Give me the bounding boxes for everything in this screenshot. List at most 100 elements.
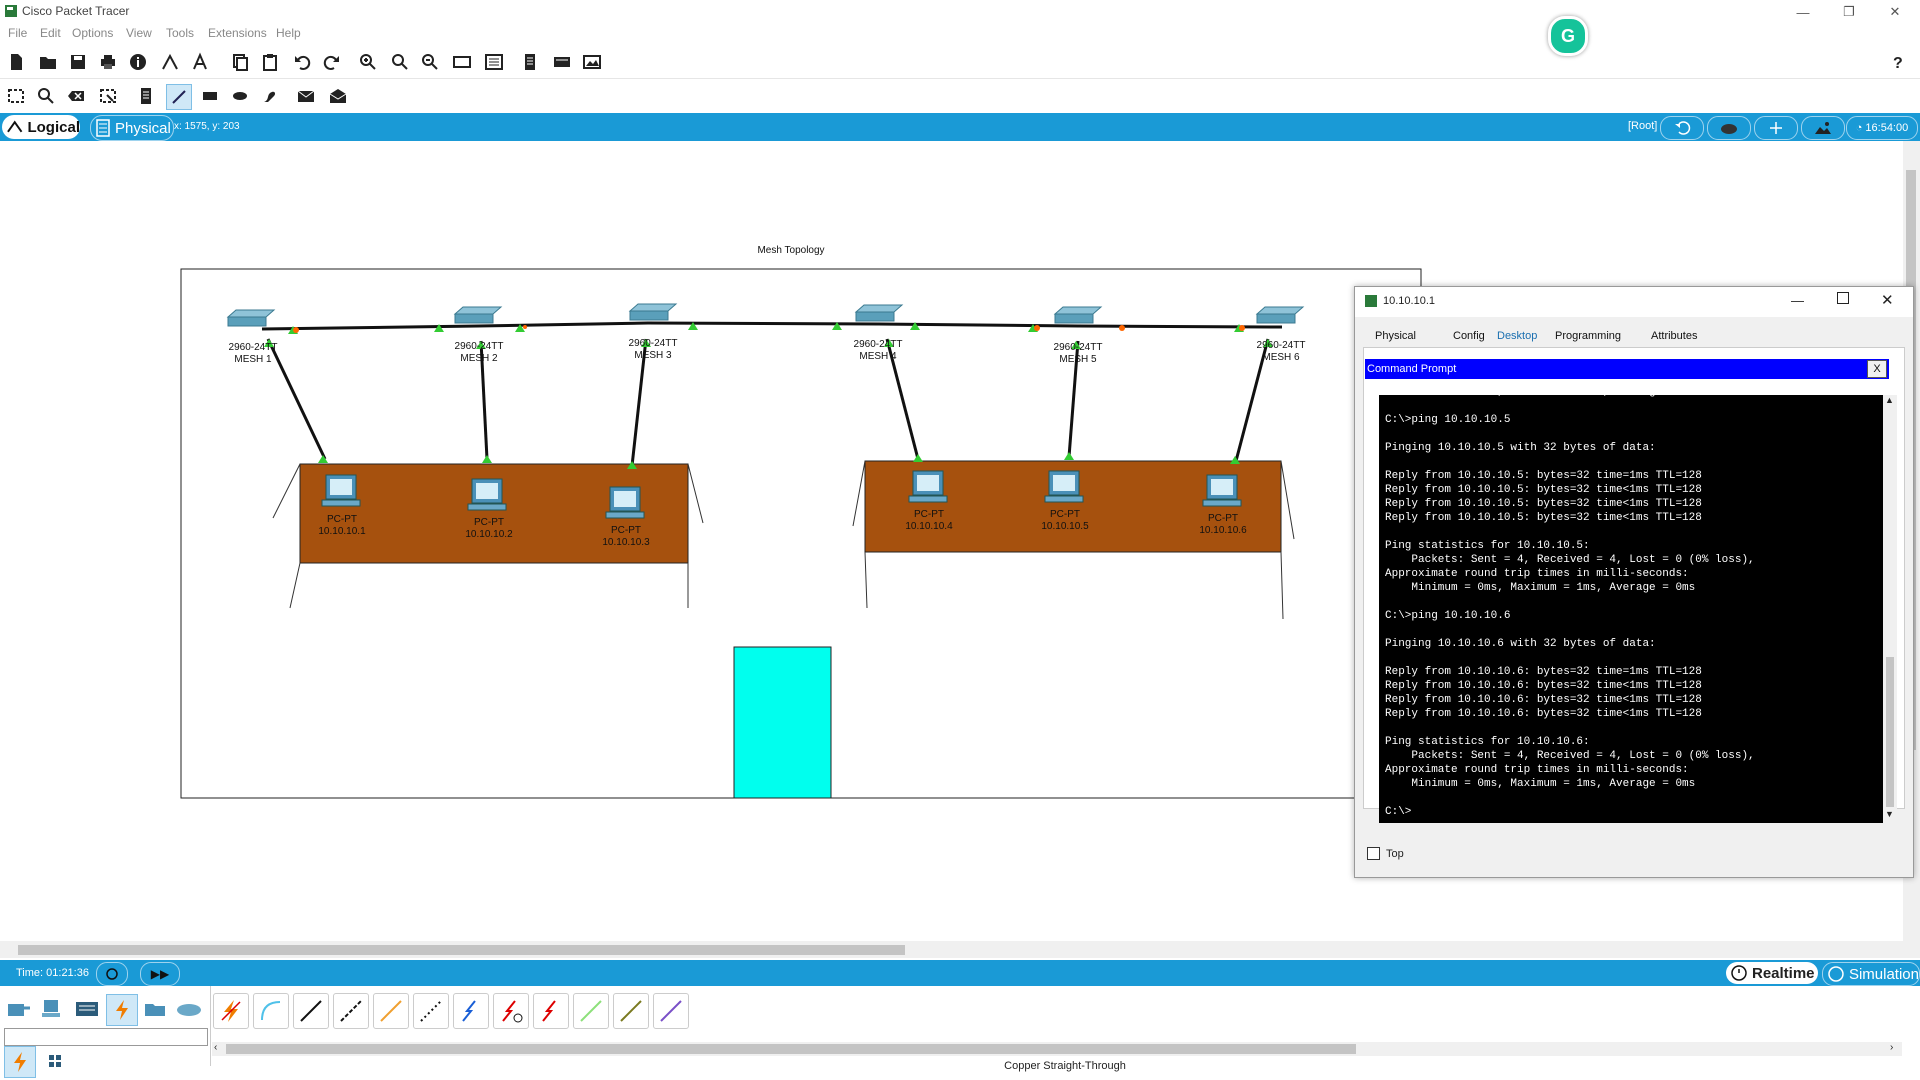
switch-backbone-link[interactable] <box>261 321 1283 331</box>
drawing-palette-icon[interactable] <box>450 50 474 74</box>
pc-2[interactable] <box>467 478 507 511</box>
custom-devices-icon[interactable] <box>482 50 506 74</box>
place-note-icon[interactable] <box>134 84 158 108</box>
dialog-title-bar[interactable]: 10.10.10.1 — ✕ <box>1355 287 1913 317</box>
menu-view[interactable]: View <box>126 26 152 40</box>
switch-mesh-6[interactable] <box>1255 306 1305 324</box>
restore-button[interactable]: ❐ <box>1826 0 1872 24</box>
cable-scroll-thumb[interactable] <box>226 1044 1356 1054</box>
pc-3[interactable] <box>605 486 645 519</box>
web-view-icon[interactable] <box>580 50 604 74</box>
menu-tools[interactable]: Tools <box>166 26 194 40</box>
resize-shape-icon[interactable] <box>96 84 120 108</box>
switch-mesh-4[interactable] <box>854 304 904 322</box>
new-file-icon[interactable] <box>4 50 28 74</box>
back-button[interactable] <box>1660 116 1704 140</box>
redo-icon[interactable] <box>320 50 344 74</box>
chevron-left-icon[interactable]: ‹ <box>214 1042 217 1053</box>
network-devices-icon[interactable] <box>4 994 34 1024</box>
zoom-reset-icon[interactable] <box>388 50 412 74</box>
add-complex-pdu-icon[interactable] <box>326 84 350 108</box>
copy-icon[interactable] <box>228 50 252 74</box>
activity-wizard-icon[interactable] <box>188 50 212 74</box>
paste-icon[interactable] <box>258 50 282 74</box>
inspect-icon[interactable] <box>34 84 58 108</box>
command-prompt-terminal[interactable]: Minimum = 0ms, Maximum = 10ms, Average =… <box>1379 395 1883 823</box>
viewport-clock[interactable]: ◔ 16:54:00 <box>1846 116 1918 140</box>
octal-cable-icon[interactable] <box>573 993 609 1029</box>
add-simple-pdu-icon[interactable] <box>294 84 318 108</box>
components-icon[interactable] <box>72 994 102 1024</box>
copper-straight-through-icon[interactable] <box>293 993 329 1029</box>
top-checkbox-row[interactable]: Top <box>1367 847 1404 860</box>
draw-ellipse-icon[interactable] <box>228 84 252 108</box>
pdu-list-icon[interactable] <box>518 50 542 74</box>
connections-subcategory-icon[interactable] <box>4 1046 36 1078</box>
tab-config[interactable]: Config <box>1453 325 1485 347</box>
info-icon[interactable] <box>126 50 150 74</box>
chevron-down-icon[interactable]: ▼ <box>1885 809 1894 819</box>
tab-attributes[interactable]: Attributes <box>1651 325 1697 347</box>
horizontal-scroll-thumb[interactable] <box>18 945 905 955</box>
pc-5[interactable] <box>1044 470 1084 503</box>
help-icon[interactable]: ? <box>1886 50 1910 74</box>
console-cable-icon[interactable] <box>253 993 289 1029</box>
pc-4[interactable] <box>908 470 948 503</box>
chevron-right-icon[interactable]: › <box>1890 1042 1893 1053</box>
dialog-minimize-button[interactable]: — <box>1791 293 1804 308</box>
usb-cable-icon[interactable] <box>653 993 689 1029</box>
open-folder-icon[interactable] <box>36 50 60 74</box>
switch-mesh-2[interactable] <box>453 306 503 324</box>
fast-forward-button[interactable]: ▶▶ <box>140 962 180 986</box>
multiuser-icon[interactable] <box>174 994 204 1024</box>
dialog-close-button[interactable]: ✕ <box>1881 291 1894 309</box>
phone-cable-icon[interactable] <box>413 993 449 1029</box>
logical-tab[interactable]: Logical <box>2 115 80 139</box>
draw-rectangle-icon[interactable] <box>198 84 222 108</box>
terminal-scrollbar[interactable]: ▲ ▼ <box>1883 395 1897 823</box>
switch-mesh-1[interactable] <box>226 309 276 327</box>
zoom-in-icon[interactable] <box>356 50 380 74</box>
menu-extensions[interactable]: Extensions <box>208 26 267 40</box>
power-cycle-button[interactable] <box>96 962 128 986</box>
command-prompt-close-button[interactable]: X <box>1867 360 1887 378</box>
cable-list-scrollbar[interactable]: ‹ › <box>212 1042 1902 1056</box>
root-breadcrumb[interactable]: [Root] <box>1628 120 1657 132</box>
minimize-button[interactable]: — <box>1780 0 1826 24</box>
iot-custom-cable-icon[interactable] <box>613 993 649 1029</box>
freeform-icon[interactable] <box>258 84 282 108</box>
set-background-button[interactable] <box>1801 116 1845 140</box>
tab-programming[interactable]: Programming <box>1555 325 1621 347</box>
draw-line-icon[interactable] <box>166 84 192 110</box>
print-icon[interactable] <box>96 50 120 74</box>
pc-6[interactable] <box>1202 474 1242 507</box>
simulation-mode-button[interactable]: Simulation <box>1822 962 1920 986</box>
pc-1[interactable] <box>321 474 361 507</box>
menu-help[interactable]: Help <box>276 26 301 40</box>
end-devices-icon[interactable] <box>38 994 68 1024</box>
network-info-icon[interactable] <box>158 50 182 74</box>
connections-icon[interactable] <box>106 994 138 1026</box>
tab-physical[interactable]: Physical <box>1375 325 1416 347</box>
switch-mesh-5[interactable] <box>1053 306 1103 324</box>
copper-cross-over-icon[interactable] <box>333 993 369 1029</box>
undo-icon[interactable] <box>290 50 314 74</box>
auto-connect-cable-icon[interactable] <box>213 993 249 1029</box>
cyan-annotation-box[interactable] <box>733 646 832 799</box>
realtime-mode-button[interactable]: Realtime <box>1726 962 1818 984</box>
menu-file[interactable]: File <box>8 26 27 40</box>
physical-tab[interactable]: Physical <box>90 115 174 141</box>
chevron-up-icon[interactable]: ▲ <box>1885 395 1894 405</box>
device-search-input[interactable] <box>4 1028 208 1046</box>
delete-icon[interactable] <box>64 84 88 108</box>
move-object-button[interactable] <box>1754 116 1798 140</box>
serial-dce-cable-icon[interactable] <box>493 993 529 1029</box>
close-window-button[interactable]: ✕ <box>1872 0 1918 24</box>
terminal-scroll-thumb[interactable] <box>1886 657 1894 807</box>
zoom-out-icon[interactable] <box>418 50 442 74</box>
dialog-maximize-button[interactable] <box>1837 292 1849 304</box>
select-tool-icon[interactable] <box>4 84 28 108</box>
fiber-cable-icon[interactable] <box>373 993 409 1029</box>
new-cluster-button[interactable] <box>1707 116 1751 140</box>
menu-options[interactable]: Options <box>72 26 113 40</box>
